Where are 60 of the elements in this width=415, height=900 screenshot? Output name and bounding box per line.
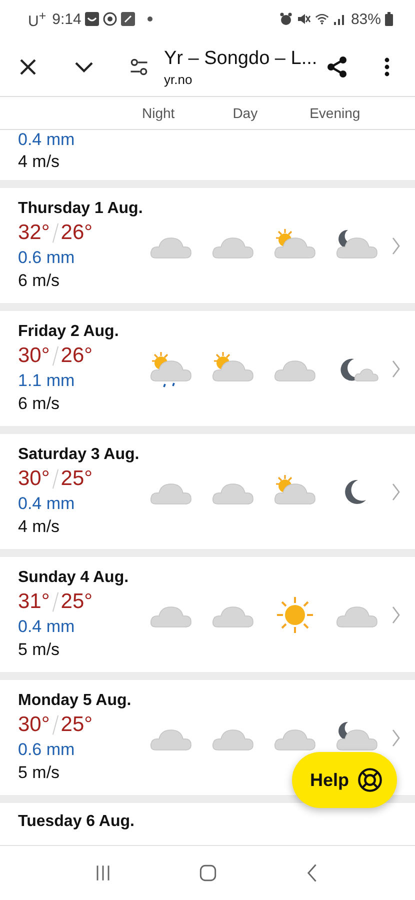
high-temperature: 32° — [18, 221, 50, 245]
settings-icon[interactable] — [128, 56, 150, 78]
forecast-card[interactable]: Thursday 1 Aug. 32° 26° 0.6 mm 6 m/s — [0, 188, 415, 303]
chevron-right-icon — [391, 482, 401, 502]
day-title: Tuesday 6 Aug. — [18, 813, 134, 831]
chevron-right-icon — [391, 728, 401, 748]
precipitation-text: 0.6 mm — [18, 248, 76, 268]
page-url: yr.no — [164, 72, 192, 86]
column-header: Day — [232, 105, 258, 121]
high-temperature: 30° — [18, 713, 50, 737]
wind-text: 6 m/s — [18, 394, 61, 414]
share-icon[interactable] — [325, 55, 349, 79]
app-notification-icon — [103, 12, 118, 26]
wind-text: 5 m/s — [18, 640, 61, 660]
wifi-icon — [314, 12, 329, 26]
wind-text: 4 m/s — [18, 152, 60, 172]
battery-percent: 83% — [350, 10, 381, 28]
chevron-right-icon — [391, 236, 401, 256]
day-title: Sunday 4 Aug. — [18, 569, 130, 587]
day-title: Saturday 3 Aug. — [18, 446, 140, 464]
chevron-right-icon — [391, 358, 401, 378]
battery-icon — [385, 12, 393, 26]
column-header: Evening — [310, 105, 360, 121]
high-temperature: 31° — [18, 590, 50, 614]
signal-icon — [332, 12, 347, 26]
help-button[interactable]: Help — [292, 752, 397, 808]
mute-icon — [296, 12, 311, 26]
day-title: Thursday 1 Aug. — [18, 200, 140, 218]
high-temperature: 30° — [18, 467, 50, 491]
status-time: 9:14 — [52, 10, 82, 28]
carrier-label: U$^{+}$ — [28, 8, 46, 30]
precipitation-text: 0.6 mm — [18, 740, 76, 760]
app-notification-icon — [121, 12, 136, 26]
lifebuoy-icon — [357, 767, 383, 793]
precipitation-text: 0.4 mm — [18, 494, 76, 514]
app-notification-icon — [85, 12, 100, 26]
low-temperature: 26° — [60, 344, 93, 368]
wind-text: 5 m/s — [18, 763, 61, 783]
high-temperature: 30° — [18, 344, 50, 368]
day-title: Friday 2 Aug. — [18, 323, 120, 341]
low-temperature: 26° — [60, 221, 93, 245]
precipitation-text: 0.4 mm — [18, 617, 76, 637]
forecast-card[interactable]: 0.4 mm 4 m/s — [0, 130, 415, 180]
notification-dot-icon — [147, 16, 154, 22]
forecast-card[interactable]: Friday 2 Aug. 30° 26° 1.1 mm 6 m/s — [0, 311, 415, 426]
precipitation-text: 0.4 mm — [18, 130, 75, 150]
low-temperature: 25° — [60, 467, 93, 491]
day-title: Monday 5 Aug. — [18, 692, 132, 710]
precipitation-text: 1.1 mm — [18, 371, 76, 391]
wind-text: 6 m/s — [18, 271, 61, 291]
forecast-card[interactable]: Saturday 3 Aug. 30° 25° 0.4 mm 4 m/s — [0, 434, 415, 549]
forecast-card[interactable]: Tuesday 6 Aug. — [0, 803, 415, 845]
wind-text: 4 m/s — [18, 517, 61, 537]
alarm-icon — [278, 12, 293, 26]
forecast-card[interactable]: Sunday 4 Aug. 31° 25° 0.4 mm 5 m/s — [0, 557, 415, 672]
low-temperature: 25° — [60, 590, 93, 614]
page-title: Yr – Songdo – L... — [164, 48, 317, 70]
chevron-right-icon — [391, 604, 401, 624]
low-temperature: 25° — [60, 713, 93, 737]
column-header: Night — [142, 105, 175, 121]
